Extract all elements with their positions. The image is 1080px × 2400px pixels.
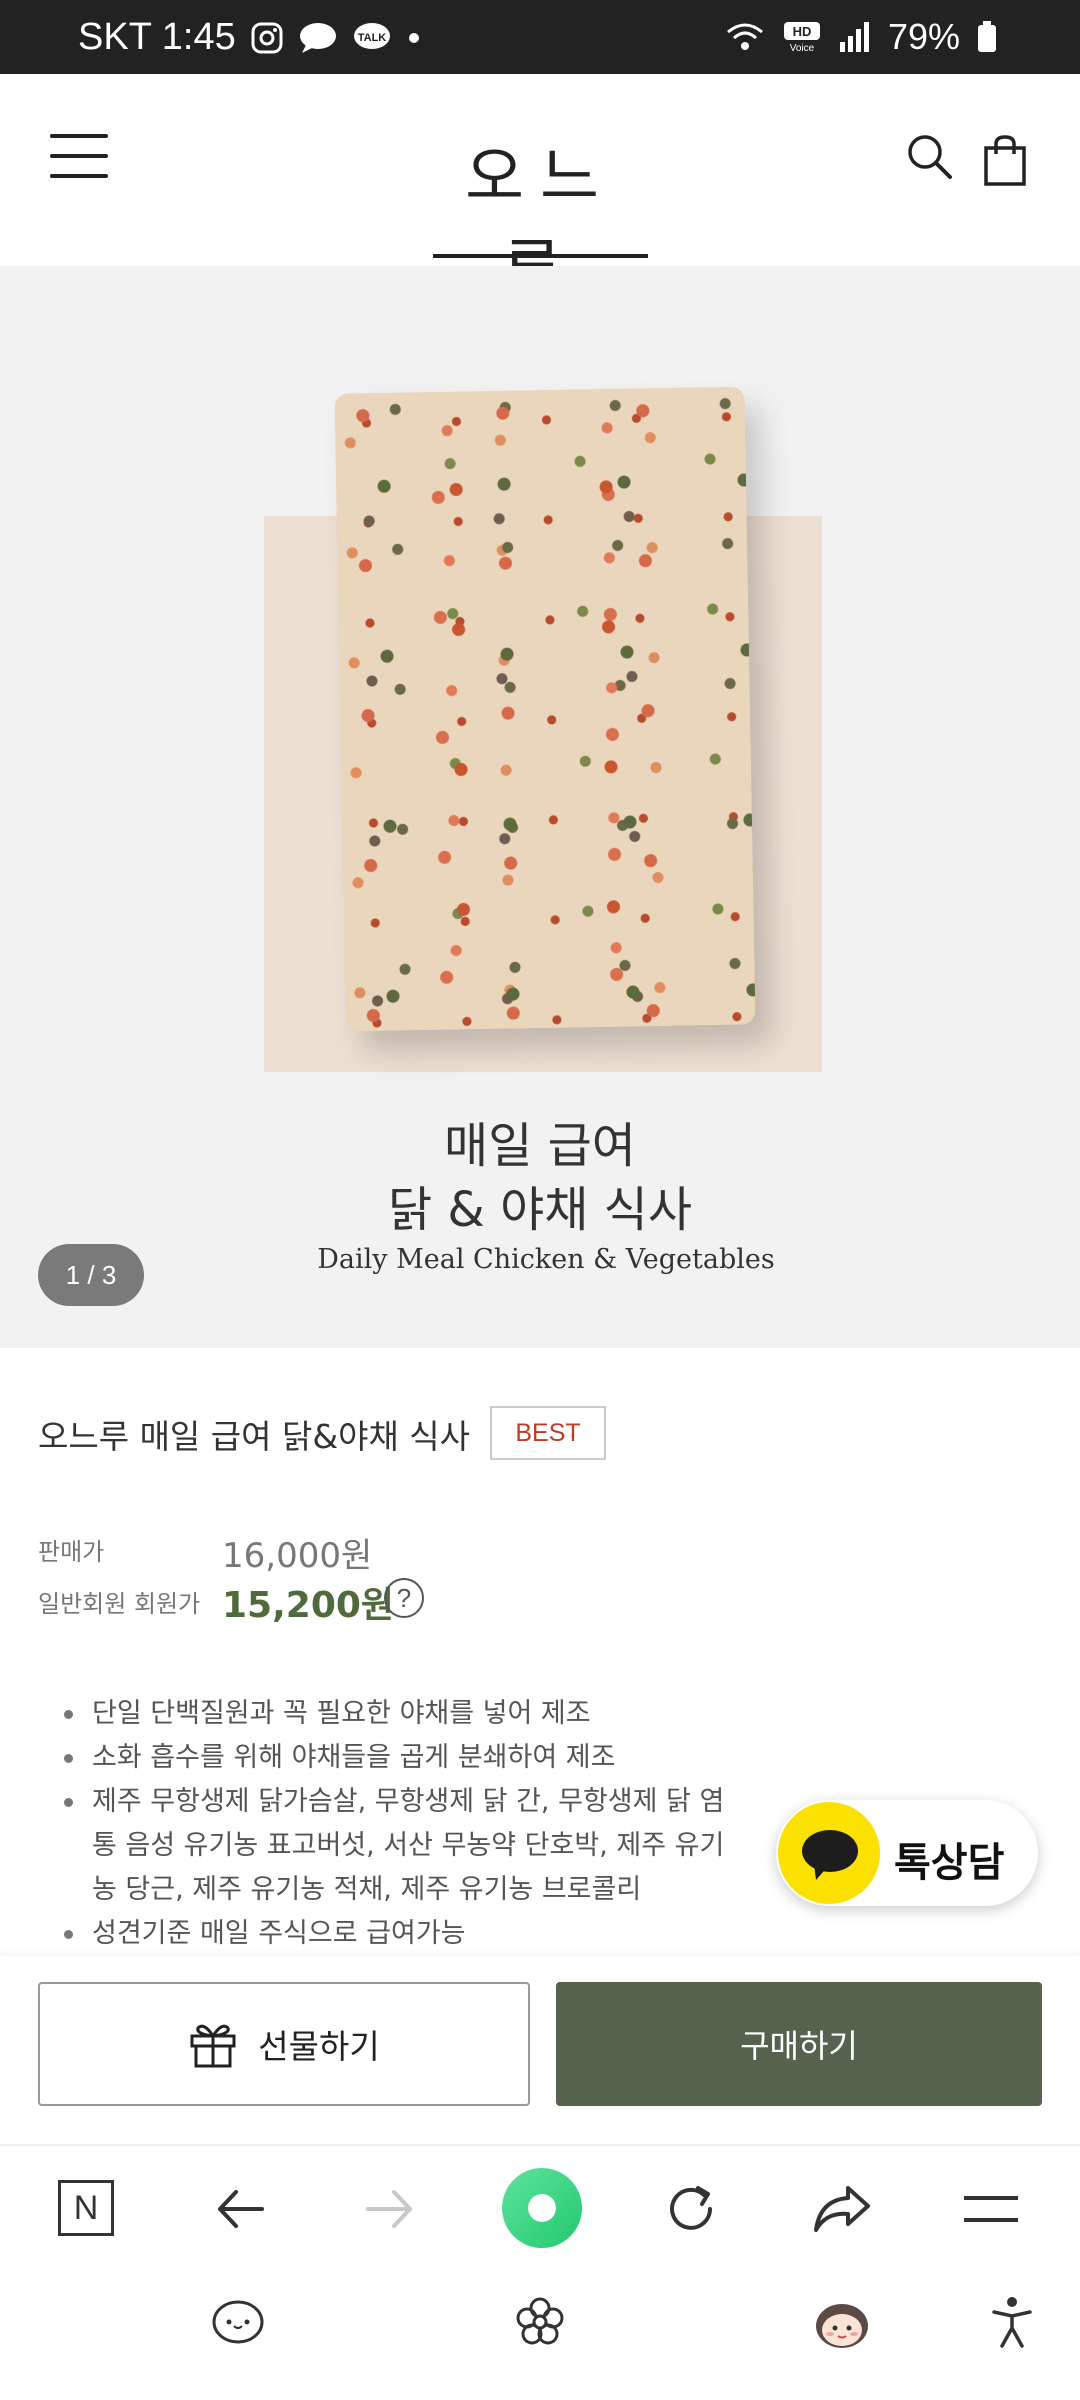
notification-dot-icon	[408, 32, 419, 43]
browser-bottom-bar: N	[0, 2144, 1080, 2400]
feature-item: 제주 무항생제 닭가슴살, 무항생제 닭 간, 무항생제 닭 염통 음성 유기농…	[64, 1780, 728, 1912]
wifi-icon	[726, 23, 763, 50]
hero-title: 매일 급여 닭 & 야채 식사	[0, 1114, 1080, 1242]
hd-voice-icon: HD Voice	[783, 22, 820, 54]
product-image-carousel[interactable]: 매일 급여 닭 & 야채 식사 Daily Meal Chicken & Veg…	[0, 266, 1080, 1348]
svg-text:HD: HD	[793, 24, 812, 39]
flower-icon[interactable]	[512, 2294, 568, 2350]
price-label: 판매가	[38, 1538, 105, 1566]
help-icon[interactable]: ?	[384, 1578, 424, 1618]
status-right: HD Voice 79%	[724, 16, 998, 58]
hero-title-line1: 매일 급여	[444, 1118, 636, 1174]
battery-icon	[978, 21, 996, 52]
gift-button-label: 선물하기	[258, 2027, 380, 2066]
avatar-character-icon[interactable]	[810, 2292, 874, 2352]
kakao-chat-label: 톡상담	[894, 1840, 1005, 1886]
hero-subtitle: Daily Meal Chicken & Vegetables	[317, 1244, 775, 1275]
shopping-bag-icon[interactable]	[980, 134, 1030, 186]
feature-list: 단일 단백질원과 꼭 필요한 야채를 넣어 제조 소화 흡수를 위해 야채들을 …	[64, 1692, 728, 1956]
gift-button[interactable]: 선물하기	[38, 1982, 530, 2106]
site-header: 오느루	[0, 74, 1080, 307]
feature-item: 성견기준 매일 주식으로 급여가능	[64, 1912, 728, 1956]
status-bar: SKT 1:45 TALK HD Voice 79%	[0, 0, 1080, 74]
kakaotalk-icon: TALK	[353, 22, 390, 49]
back-arrow-icon[interactable]	[212, 2184, 268, 2234]
svg-text:TALK: TALK	[357, 32, 386, 44]
product-photo	[334, 386, 756, 1032]
purchase-action-bar: 선물하기 구매하기	[0, 1956, 1080, 2144]
price-value: 16,000원	[222, 1536, 373, 1576]
feature-item: 단일 단백질원과 꼭 필요한 야채를 넣어 제조	[64, 1692, 728, 1736]
hamburger-icon[interactable]	[50, 134, 108, 182]
gift-icon	[190, 2024, 236, 2068]
refresh-icon[interactable]	[662, 2180, 720, 2238]
carrier-time: SKT 1:45	[78, 16, 236, 58]
buy-button[interactable]: 구매하기	[556, 1982, 1042, 2106]
forward-arrow-icon[interactable]	[362, 2184, 418, 2234]
svg-text:Voice: Voice	[790, 43, 815, 54]
carousel-pager: 1 / 3	[38, 1244, 144, 1306]
status-left: SKT 1:45 TALK	[78, 16, 422, 59]
member-price-label: 일반회원 회원가	[38, 1590, 201, 1618]
kakao-chat-icon	[778, 1802, 880, 1904]
battery-percent: 79%	[887, 16, 960, 57]
member-price-value: 15,200원	[222, 1585, 395, 1626]
face-chat-icon[interactable]	[210, 2296, 266, 2348]
instagram-icon	[251, 22, 283, 53]
product-name: 오느루 매일 급여 닭&야채 식사	[38, 1417, 471, 1456]
kakao-chat-button[interactable]: 톡상담	[776, 1800, 1038, 1906]
search-icon[interactable]	[905, 132, 955, 182]
menu-icon[interactable]	[962, 2192, 1020, 2226]
feature-item: 소화 흡수를 위해 야채들을 곱게 분쇄하여 제조	[64, 1736, 728, 1780]
signal-icon	[839, 22, 869, 52]
best-badge: BEST	[490, 1406, 606, 1460]
share-icon[interactable]	[812, 2182, 872, 2236]
naver-green-dot-icon[interactable]	[502, 2168, 582, 2248]
hero-title-line2: 닭 & 야채 식사	[387, 1182, 692, 1238]
naver-icon[interactable]: N	[58, 2180, 114, 2236]
logo-underline	[433, 254, 648, 258]
chat-bubble-icon	[299, 22, 336, 53]
accessibility-icon[interactable]	[990, 2294, 1034, 2350]
